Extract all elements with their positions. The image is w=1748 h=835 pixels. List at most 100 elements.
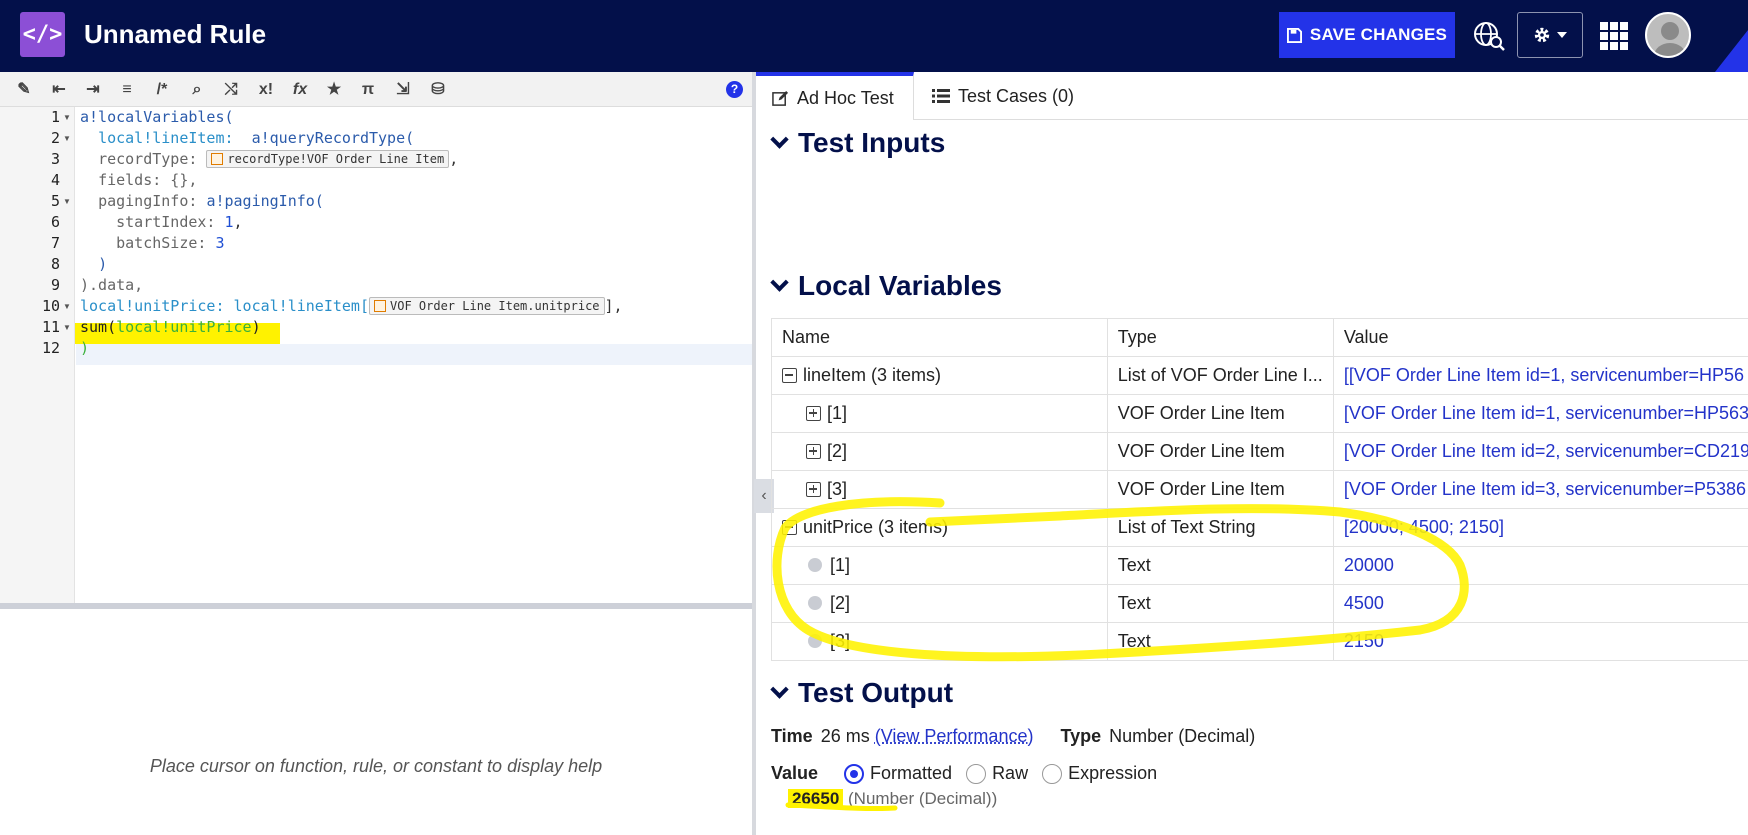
expand-plus-icon[interactable] <box>806 406 821 421</box>
code-token: a!pagingInfo( <box>206 192 324 210</box>
table-row: [1] Text 20000 <box>771 546 1748 585</box>
code-line: pagingInfo: a!pagingInfo( <box>80 191 324 212</box>
value-cell[interactable]: 20000 <box>1332 546 1748 585</box>
code-token: startIndex: <box>116 213 216 231</box>
section-title: Test Inputs <box>798 127 946 158</box>
type-cell: VOF Order Line Item <box>1106 470 1334 509</box>
rule-title[interactable]: Unnamed Rule <box>84 19 266 50</box>
fold-arrow-icon[interactable]: ▼ <box>63 296 71 317</box>
edit-icon <box>772 90 789 106</box>
value-cell[interactable]: [VOF Order Line Item id=2, servicenumber… <box>1332 432 1748 471</box>
raw-radio[interactable] <box>966 763 987 784</box>
code-token: local!lineItem: <box>98 129 234 147</box>
code-logo-icon[interactable]: </> <box>20 12 65 57</box>
database-search-icon[interactable]: ⛁ <box>427 80 449 100</box>
output-meta: Time 26 ms (View Performance) Type Number … <box>771 726 1255 747</box>
expression-radio[interactable] <box>1042 763 1063 784</box>
code-token: batchSize: <box>116 234 207 252</box>
fold-arrow-icon[interactable]: ▼ <box>63 107 71 128</box>
formatted-radio[interactable] <box>844 763 865 784</box>
help-placeholder: Place cursor on function, rule, or const… <box>149 756 603 776</box>
line-number: 12 <box>41 339 60 357</box>
code-token: a!localVariables( <box>80 108 234 126</box>
code-line: ).data, <box>80 275 143 296</box>
save-changes-button[interactable]: SAVE CHANGES <box>1279 12 1455 58</box>
value-cell[interactable]: [[VOF Order Line Item id=1, servicenumbe… <box>1332 356 1748 395</box>
save-icon <box>1286 27 1302 43</box>
code-line: a!localVariables( <box>80 107 234 128</box>
chip-label: VOF Order Line Item.unitprice <box>390 299 600 313</box>
shuffle-icon[interactable]: ⤭ <box>220 80 242 100</box>
list-icon <box>932 89 950 103</box>
record-type-chip[interactable]: recordType!VOF Order Line Item <box>206 150 450 168</box>
code-line: recordType: recordType!VOF Order Line It… <box>80 149 458 170</box>
expand-plus-icon[interactable] <box>806 444 821 459</box>
star-icon[interactable]: ★ <box>323 80 345 100</box>
test-tabs: Ad Hoc Test Test Cases (0) <box>756 72 1748 120</box>
value-cell[interactable]: 4500 <box>1332 584 1748 623</box>
code-token: local!unitPrice <box>116 318 252 336</box>
globe-search-icon[interactable] <box>1472 20 1506 52</box>
name-text: [2] <box>827 441 848 461</box>
magic-wand-icon[interactable]: ✎ <box>13 80 35 100</box>
type-cell: VOF Order Line Item <box>1106 394 1334 433</box>
type-cell: VOF Order Line Item <box>1106 432 1334 471</box>
line-number: 6 <box>50 213 60 231</box>
search-icon[interactable]: ⌕ <box>186 80 208 100</box>
value-cell[interactable]: 2150 <box>1332 622 1748 661</box>
value-cell[interactable]: [VOF Order Line Item id=1, servicenumber… <box>1332 394 1748 433</box>
code-token: sum( <box>80 318 117 336</box>
tab-test-cases[interactable]: Test Cases (0) <box>916 72 1090 120</box>
user-avatar[interactable] <box>1645 12 1691 58</box>
code-token: pagingInfo: <box>98 192 198 210</box>
code-token: ) <box>251 318 261 336</box>
fold-arrow-icon[interactable]: ▼ <box>63 191 71 212</box>
value-cell[interactable]: [VOF Order Line Item id=3, servicenumber… <box>1332 470 1748 509</box>
chevron-down-icon <box>770 679 789 699</box>
export-icon[interactable]: ⇲ <box>392 80 414 100</box>
time-value: 26 ms <box>820 726 870 746</box>
type-cell: Text <box>1106 584 1334 623</box>
test-inputs-header[interactable]: Test Inputs <box>770 127 946 159</box>
collapse-minus-icon[interactable] <box>782 368 797 383</box>
pi-icon[interactable]: π <box>357 80 379 100</box>
function-icon[interactable]: fx <box>289 80 311 100</box>
expand-plus-icon[interactable] <box>806 482 821 497</box>
tab-ad-hoc-test[interactable]: Ad Hoc Test <box>756 72 914 120</box>
variable-icon[interactable]: x! <box>255 80 277 100</box>
table-row: [3] Text 2150 <box>771 622 1748 661</box>
app-grid-icon[interactable] <box>1600 22 1628 50</box>
format-list-icon[interactable]: ≡ <box>116 80 138 100</box>
line-number: 8 <box>50 255 60 273</box>
value-cell[interactable]: [20000; 4500; 2150] <box>1332 508 1748 547</box>
code-token: local!unitPrice: <box>80 297 225 315</box>
settings-menu-button[interactable] <box>1517 12 1583 58</box>
name-cell: [2] <box>771 432 1108 471</box>
help-panel: Place cursor on function, rule, or const… <box>0 609 752 835</box>
radio-label: Formatted <box>870 763 953 783</box>
line-number: 3 <box>50 150 60 168</box>
test-output-header[interactable]: Test Output <box>770 677 953 709</box>
name-cell: [2] <box>771 584 1108 623</box>
fold-arrow-icon[interactable]: ▼ <box>63 317 71 338</box>
local-variables-header[interactable]: Local Variables <box>770 270 1002 302</box>
view-performance-link[interactable]: (View Performance) <box>875 726 1034 746</box>
code-token: local!lineItem[ <box>233 297 369 315</box>
result-value: 26650 <box>788 789 844 808</box>
record-field-chip[interactable]: VOF Order Line Item.unitprice <box>369 297 605 315</box>
help-icon[interactable]: ? <box>726 81 743 98</box>
comment-icon[interactable]: /* <box>151 80 173 100</box>
outdent-icon[interactable]: ⇤ <box>48 80 70 100</box>
table-row: [1] VOF Order Line Item [VOF Order Line … <box>771 394 1748 433</box>
code-editor[interactable]: 1 2 3 4 5 6 7 8 9 10 11 12 ▼ ▼ ▼ ▼ ▼ a!l… <box>0 107 752 605</box>
name-text: [1] <box>830 555 851 575</box>
indent-icon[interactable]: ⇥ <box>82 80 104 100</box>
gear-icon <box>1534 27 1550 43</box>
table-row: [2] Text 4500 <box>771 584 1748 623</box>
vertical-splitter[interactable] <box>752 72 756 835</box>
type-value: Number (Decimal) <box>1109 726 1256 746</box>
fold-arrow-icon[interactable]: ▼ <box>63 128 71 149</box>
editor-toolbar: ✎ ⇤ ⇥ ≡ /* ⌕ ⤭ x! fx ★ π ⇲ ⛁ ? <box>0 72 752 107</box>
collapse-minus-icon[interactable] <box>782 520 797 535</box>
code-line: local!unitPrice: local!lineItem[ VOF Orde… <box>80 296 623 317</box>
